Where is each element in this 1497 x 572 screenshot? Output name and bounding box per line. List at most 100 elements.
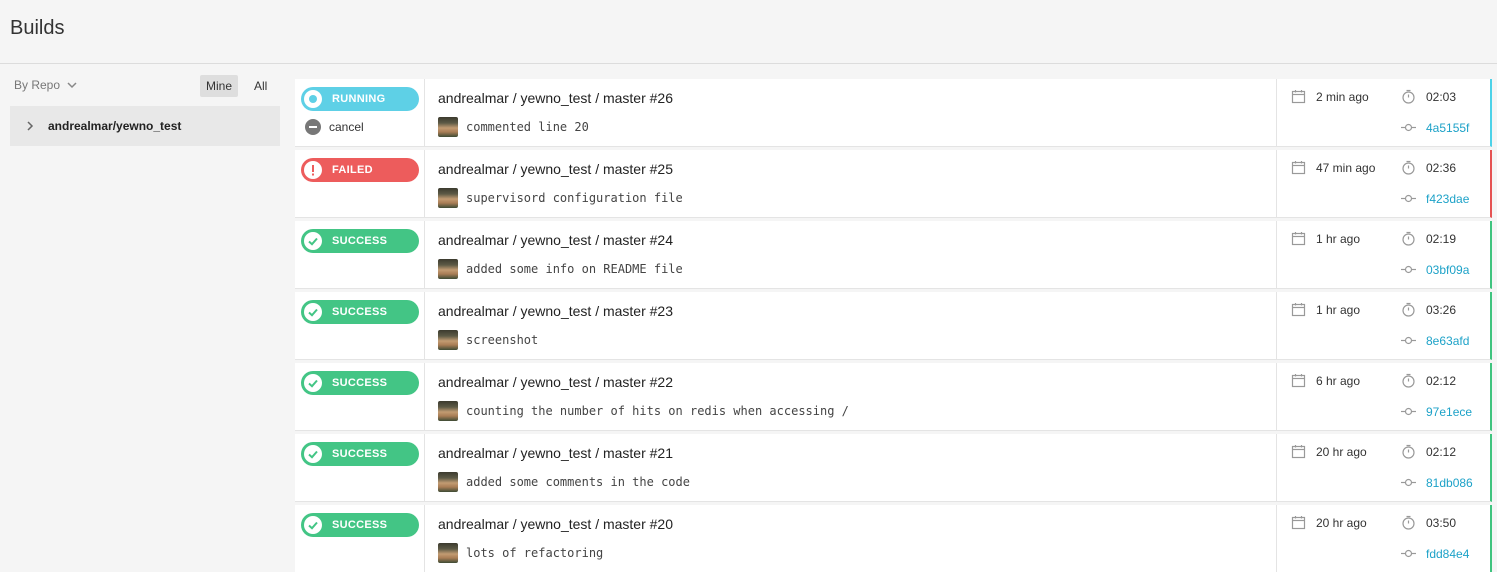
status-label: SUCCESS [332, 235, 388, 247]
status-badge: RUNNING [301, 87, 419, 111]
commit-icon [1401, 194, 1416, 203]
commit-hash-link[interactable]: 97e1ece [1426, 405, 1472, 419]
build-commit: 97e1ece [1401, 404, 1472, 419]
commit-icon [1401, 407, 1416, 416]
commit-info: screenshot [438, 330, 538, 350]
meta-column: 1 hr ago 02:19 03bf09a [1276, 221, 1490, 289]
duration: 02:03 [1426, 89, 1457, 104]
meta-column: 20 hr ago 03:50 fdd84e4 [1276, 505, 1490, 572]
status-column: SUCCESS [295, 505, 425, 572]
build-row[interactable]: SUCCESS andrealmar / yewno_test / master… [295, 221, 1492, 289]
commit-hash-link[interactable]: 8e63afd [1426, 334, 1469, 348]
avatar [438, 188, 458, 208]
check-icon [304, 232, 322, 250]
build-time: 20 hr ago [1291, 444, 1367, 459]
build-row[interactable]: SUCCESS andrealmar / yewno_test / master… [295, 505, 1492, 572]
status-column: SUCCESS [295, 363, 425, 431]
commit-icon [1401, 549, 1416, 558]
meta-column: 47 min ago 02:36 f423dae [1276, 150, 1490, 218]
build-row[interactable]: SUCCESS andrealmar / yewno_test / master… [295, 292, 1492, 360]
status-badge: SUCCESS [301, 442, 419, 466]
build-row[interactable]: RUNNING cancel andrealmar / yewno_test /… [295, 79, 1492, 147]
calendar-icon [1291, 374, 1306, 388]
build-row[interactable]: SUCCESS andrealmar / yewno_test / master… [295, 363, 1492, 431]
commit-hash-link[interactable]: 81db086 [1426, 476, 1473, 490]
commit-info: lots of refactoring [438, 543, 603, 563]
sidebar: By Repo Mine All andrealmar/yewno_test [0, 64, 290, 572]
build-title-link[interactable]: andrealmar / yewno_test / master #20 [438, 516, 673, 532]
calendar-icon [1291, 516, 1306, 530]
commit-hash-link[interactable]: 03bf09a [1426, 263, 1469, 277]
page-title: Builds [10, 17, 65, 39]
commit-info: commented line 20 [438, 117, 589, 137]
build-title-link[interactable]: andrealmar / yewno_test / master #22 [438, 374, 673, 390]
build-title-link[interactable]: andrealmar / yewno_test / master #23 [438, 303, 673, 319]
commit-message: supervisord configuration file [466, 191, 683, 205]
build-duration: 02:12 [1401, 444, 1456, 459]
build-list: RUNNING cancel andrealmar / yewno_test /… [295, 79, 1492, 572]
commit-hash-link[interactable]: 4a5155f [1426, 121, 1469, 135]
commit-hash-link[interactable]: fdd84e4 [1426, 547, 1469, 561]
build-time: 1 hr ago [1291, 302, 1360, 317]
status-badge: SUCCESS [301, 229, 419, 253]
time-ago: 20 hr ago [1316, 444, 1367, 459]
sidebar-item-repo[interactable]: andrealmar/yewno_test [10, 106, 280, 146]
stopwatch-icon [1402, 515, 1415, 530]
time-ago: 20 hr ago [1316, 515, 1367, 530]
commit-message: lots of refactoring [466, 546, 604, 560]
build-title-link[interactable]: andrealmar / yewno_test / master #26 [438, 90, 673, 106]
cancel-button[interactable]: cancel [305, 119, 364, 135]
commit-message: commented line 20 [466, 120, 589, 134]
all-toggle-button[interactable]: All [248, 75, 273, 97]
status-label: RUNNING [332, 93, 386, 105]
check-icon [304, 303, 322, 321]
check-icon [304, 445, 322, 463]
build-row[interactable]: SUCCESS andrealmar / yewno_test / master… [295, 434, 1492, 502]
build-title-link[interactable]: andrealmar / yewno_test / master #24 [438, 232, 673, 248]
commit-info: added some comments in the code [438, 472, 690, 492]
status-badge: FAILED [301, 158, 419, 182]
build-title-link[interactable]: andrealmar / yewno_test / master #21 [438, 445, 673, 461]
commit-message: screenshot [466, 333, 539, 347]
build-duration: 03:50 [1401, 515, 1456, 530]
time-ago: 6 hr ago [1316, 373, 1361, 388]
running-icon [304, 90, 322, 108]
status-column: SUCCESS [295, 221, 425, 289]
meta-column: 1 hr ago 03:26 8e63afd [1276, 292, 1490, 360]
status-column: SUCCESS [295, 292, 425, 360]
build-duration: 02:03 [1401, 89, 1456, 104]
avatar [438, 117, 458, 137]
time-ago: 1 hr ago [1316, 302, 1361, 317]
check-icon [304, 374, 322, 392]
status-badge: SUCCESS [301, 371, 419, 395]
build-time: 6 hr ago [1291, 373, 1360, 388]
avatar [438, 472, 458, 492]
build-time: 47 min ago [1291, 160, 1375, 175]
status-label: SUCCESS [332, 306, 388, 318]
calendar-icon [1291, 445, 1306, 459]
build-time: 20 hr ago [1291, 515, 1367, 530]
meta-column: 20 hr ago 02:12 81db086 [1276, 434, 1490, 502]
mine-toggle-button[interactable]: Mine [200, 75, 239, 97]
minus-circle-icon [305, 119, 321, 135]
by-repo-dropdown[interactable]: By Repo [14, 78, 78, 92]
build-commit: 81db086 [1401, 475, 1473, 490]
status-label: SUCCESS [332, 377, 388, 389]
build-duration: 02:12 [1401, 373, 1456, 388]
stopwatch-icon [1402, 89, 1415, 104]
meta-column: 2 min ago 02:03 4a5155f [1276, 79, 1490, 147]
calendar-icon [1291, 90, 1306, 104]
stopwatch-icon [1402, 231, 1415, 246]
calendar-icon [1291, 303, 1306, 317]
build-row[interactable]: FAILED andrealmar / yewno_test / master … [295, 150, 1492, 218]
build-title-link[interactable]: andrealmar / yewno_test / master #25 [438, 161, 673, 177]
status-label: SUCCESS [332, 448, 388, 460]
status-column: SUCCESS [295, 434, 425, 502]
commit-hash-link[interactable]: f423dae [1426, 192, 1469, 206]
status-badge: SUCCESS [301, 513, 419, 537]
commit-icon [1401, 123, 1416, 132]
duration: 02:19 [1426, 231, 1457, 246]
status-column: FAILED [295, 150, 425, 218]
time-ago: 2 min ago [1316, 89, 1369, 104]
chevron-down-icon [67, 82, 77, 89]
